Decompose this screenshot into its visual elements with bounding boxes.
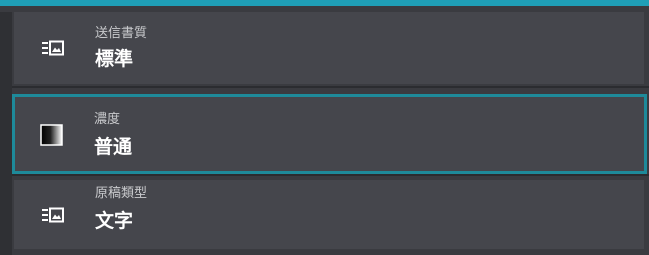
setting-label: 原稿類型: [95, 186, 148, 201]
setting-label: 濃度: [94, 112, 121, 127]
setting-item-original-type[interactable]: 原稿類型 文字: [14, 180, 644, 249]
list-left-edge: [0, 12, 12, 255]
settings-list: 送信書質 標準 濃度 普通 原稿類型 文字: [0, 6, 649, 255]
divider: [12, 86, 649, 88]
setting-label: 送信書質: [95, 26, 148, 41]
setting-item-density[interactable]: 濃度 普通: [12, 94, 647, 174]
density-gradient-icon: [40, 123, 64, 147]
setting-value: 普通: [94, 136, 133, 158]
divider: [12, 174, 649, 176]
list-image-icon: [41, 203, 65, 227]
setting-item-transmission-quality[interactable]: 送信書質 標準: [14, 12, 644, 84]
setting-value: 文字: [95, 210, 134, 232]
list-image-icon: [41, 36, 65, 60]
setting-value: 標準: [95, 48, 134, 70]
